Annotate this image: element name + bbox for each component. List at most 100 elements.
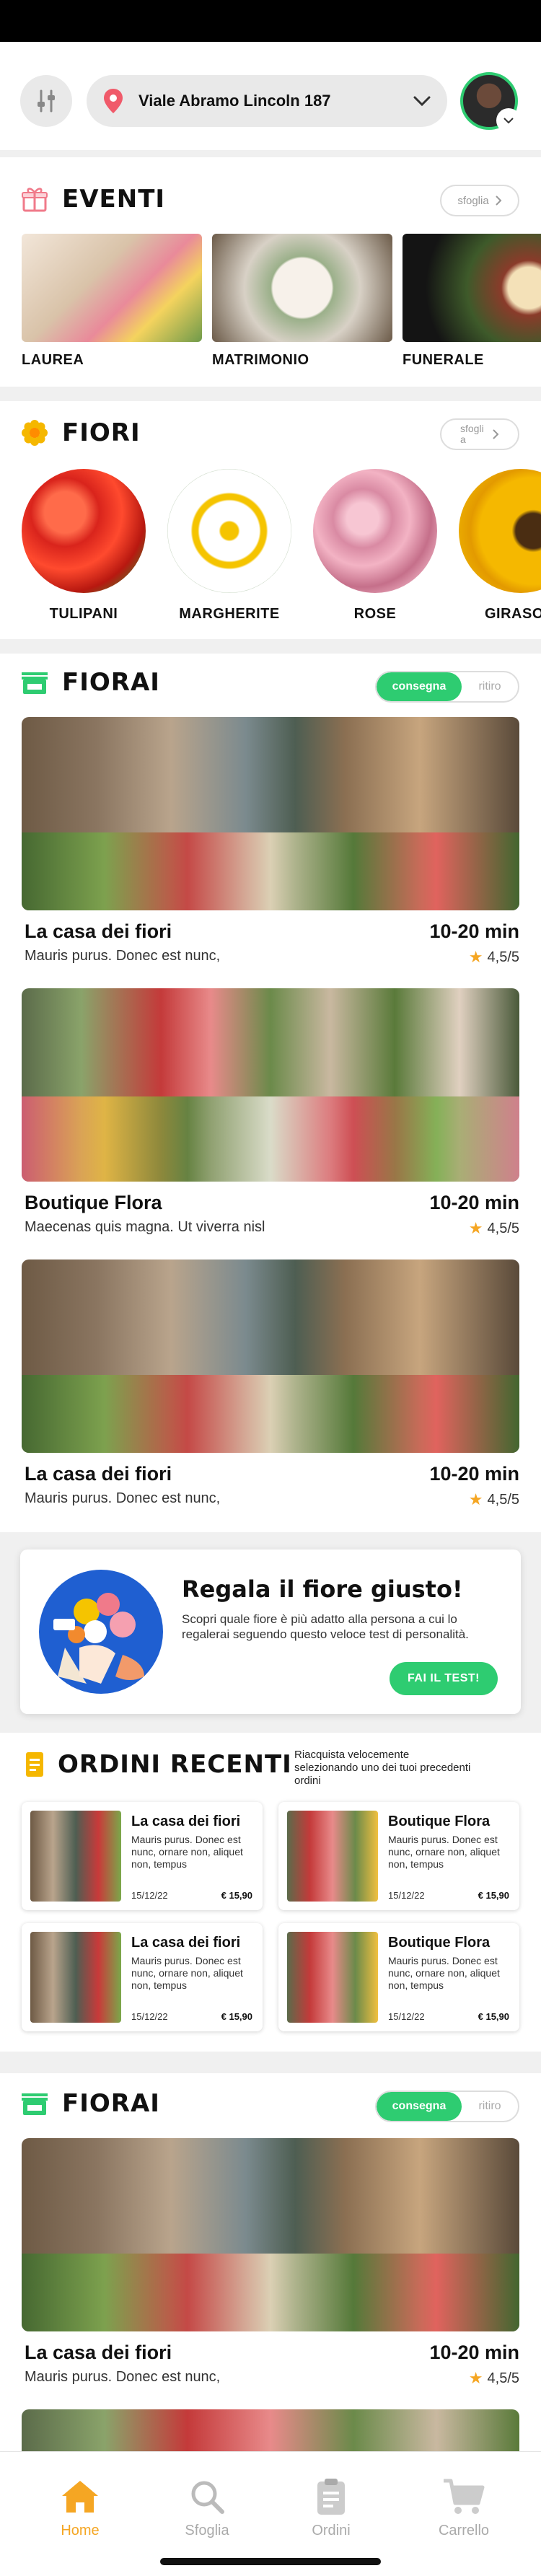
event-card-laurea[interactable]: LAUREA bbox=[22, 234, 202, 369]
tab-label: Carrello bbox=[438, 2523, 490, 2538]
order-date: 15/12/22 bbox=[131, 2011, 168, 2022]
delivery-toggle[interactable]: consegna ritiro bbox=[375, 671, 519, 703]
tab-ordini[interactable]: Ordini bbox=[284, 2476, 378, 2539]
order-card[interactable]: Boutique Flora Mauris purus. Donec est n… bbox=[278, 1923, 519, 2031]
order-card[interactable]: La casa dei fiori Mauris purus. Donec es… bbox=[22, 1802, 263, 1910]
event-image bbox=[22, 234, 202, 342]
toggle-ritiro[interactable]: ritiro bbox=[462, 672, 518, 701]
rating-value: 4,5/5 bbox=[487, 1220, 519, 1236]
shop-description: Mauris purus. Donec est nunc, bbox=[25, 2369, 221, 2385]
flower-item-rose[interactable]: ROSE bbox=[310, 469, 440, 623]
shop-description: Mauris purus. Donec est nunc, bbox=[25, 948, 221, 964]
quiz-promo-card[interactable]: Regala il fiore giusto! Scopri quale fio… bbox=[20, 1549, 521, 1714]
order-description: Mauris purus. Donec est nunc, ornare non… bbox=[388, 1834, 500, 1870]
order-image bbox=[287, 1932, 378, 2023]
flower-label: ROSE bbox=[353, 606, 397, 622]
promo-text: Scopri quale fiore è più adatto alla per… bbox=[182, 1612, 469, 1641]
order-description: Mauris purus. Donec est nunc, ornare non… bbox=[131, 1834, 243, 1870]
star-icon: ★ bbox=[468, 948, 483, 966]
shop-icon bbox=[22, 672, 48, 694]
location-pin-icon bbox=[104, 89, 123, 113]
flower-item-margherite[interactable]: MARGHERITE bbox=[164, 469, 294, 623]
order-shop-name: Boutique Flora bbox=[388, 1814, 491, 1829]
order-shop-name: Boutique Flora bbox=[388, 1935, 491, 1951]
delivery-toggle[interactable]: consegna ritiro bbox=[375, 2091, 519, 2122]
filter-button[interactable] bbox=[20, 75, 72, 127]
toggle-consegna[interactable]: consegna bbox=[377, 2092, 462, 2121]
flower-item-girasoli[interactable]: GIRASO bbox=[456, 469, 541, 623]
shop-rating: ★ 4,5/5 bbox=[469, 2369, 519, 2388]
tab-label: Home bbox=[61, 2523, 100, 2538]
shop-image bbox=[22, 988, 519, 1182]
fiori-browse-button[interactable]: sfogli a bbox=[440, 418, 519, 450]
recent-orders-title: ORDINI RECENTI bbox=[58, 1750, 292, 1779]
shop-name: La casa dei fiori bbox=[25, 2342, 172, 2363]
order-shop-name: La casa dei fiori bbox=[131, 1814, 241, 1829]
tab-sfoglia[interactable]: Sfoglia bbox=[160, 2476, 254, 2539]
shop-name: La casa dei fiori bbox=[25, 920, 172, 942]
shop-card[interactable]: La casa dei fiori Mauris purus. Donec es… bbox=[22, 2138, 519, 2387]
chevron-down-icon bbox=[413, 96, 431, 107]
shop-card[interactable]: La casa dei fiori Mauris purus. Donec es… bbox=[22, 717, 519, 966]
toggle-ritiro[interactable]: ritiro bbox=[462, 2092, 518, 2121]
eventi-browse-button[interactable]: sfoglia bbox=[440, 185, 519, 216]
event-label: MATRIMONIO bbox=[212, 352, 309, 368]
rating-value: 4,5/5 bbox=[487, 2370, 519, 2386]
order-description: Mauris purus. Donec est nunc, ornare non… bbox=[131, 1955, 243, 1991]
shop-card[interactable]: La casa dei fiori Mauris purus. Donec es… bbox=[22, 1260, 519, 1508]
address-text: Viale Abramo Lincoln 187 bbox=[138, 92, 331, 110]
bouquet-illustration bbox=[39, 1570, 163, 1694]
rating-value: 4,5/5 bbox=[487, 949, 519, 965]
star-icon: ★ bbox=[468, 2369, 483, 2387]
promo-title: Regala il fiore giusto! bbox=[182, 1575, 463, 1603]
gift-icon bbox=[22, 188, 48, 212]
home-indicator bbox=[160, 2558, 381, 2565]
tab-home[interactable]: Home bbox=[33, 2476, 127, 2539]
flower-image bbox=[22, 469, 146, 593]
search-icon bbox=[191, 2481, 224, 2514]
shop-image-partial bbox=[22, 2409, 519, 2451]
tab-carrello[interactable]: Carrello bbox=[417, 2476, 511, 2539]
cart-icon bbox=[444, 2479, 485, 2514]
rating-value: 4,5/5 bbox=[487, 1491, 519, 1508]
shop-name: La casa dei fiori bbox=[25, 1463, 172, 1485]
flower-label: TULIPANI bbox=[49, 606, 118, 622]
order-price: € 15,90 bbox=[221, 1890, 252, 1901]
delivery-time: 10-20 min bbox=[429, 1463, 519, 1485]
top-header: Viale Abramo Lincoln 187 bbox=[0, 42, 541, 150]
order-card[interactable]: Boutique Flora Mauris purus. Donec est n… bbox=[278, 1802, 519, 1910]
fiorai-section: FIORAI consegna ritiro La casa dei fiori… bbox=[0, 654, 541, 1532]
order-card[interactable]: La casa dei fiori Mauris purus. Donec es… bbox=[22, 1923, 263, 2031]
shop-name: Boutique Flora bbox=[25, 1192, 162, 1213]
event-card-matrimonio[interactable]: MATRIMONIO bbox=[212, 234, 392, 369]
shop-rating: ★ 4,5/5 bbox=[469, 1219, 519, 1238]
delivery-time: 10-20 min bbox=[429, 920, 519, 942]
chevron-right-icon bbox=[493, 429, 499, 439]
toggle-consegna[interactable]: consegna bbox=[377, 672, 462, 701]
order-image bbox=[30, 1811, 121, 1902]
shop-rating: ★ 4,5/5 bbox=[469, 948, 519, 967]
flower-label: MARGHERITE bbox=[179, 606, 280, 622]
flower-item-tulipani[interactable]: TULIPANI bbox=[19, 469, 149, 623]
delivery-time: 10-20 min bbox=[429, 1192, 519, 1213]
flower-image bbox=[459, 469, 541, 593]
shop-image bbox=[22, 1260, 519, 1453]
address-selector[interactable]: Viale Abramo Lincoln 187 bbox=[87, 75, 447, 127]
recent-orders-subtitle: Riacquista velocemente selezionando uno … bbox=[294, 1749, 471, 1787]
event-label: FUNERALE bbox=[403, 352, 484, 368]
take-test-button[interactable]: FAI IL TEST! bbox=[390, 1662, 498, 1695]
fiorai-title: FIORAI bbox=[62, 668, 160, 697]
order-date: 15/12/22 bbox=[388, 1890, 425, 1901]
browse-label: sfogli a bbox=[460, 423, 484, 445]
flower-image bbox=[167, 469, 291, 593]
browse-label: sfoglia bbox=[457, 194, 489, 207]
clipboard-icon bbox=[317, 2479, 345, 2515]
shop-card[interactable]: Boutique Flora Maecenas quis magna. Ut v… bbox=[22, 988, 519, 1237]
delivery-time: 10-20 min bbox=[429, 2342, 519, 2363]
order-image bbox=[30, 1932, 121, 2023]
avatar-chevron-icon[interactable] bbox=[496, 108, 521, 133]
star-icon: ★ bbox=[468, 1490, 483, 1508]
order-description: Mauris purus. Donec est nunc, ornare non… bbox=[388, 1955, 500, 1991]
order-price: € 15,90 bbox=[478, 1890, 509, 1901]
event-card-funerale[interactable]: FUNERALE bbox=[403, 234, 541, 369]
